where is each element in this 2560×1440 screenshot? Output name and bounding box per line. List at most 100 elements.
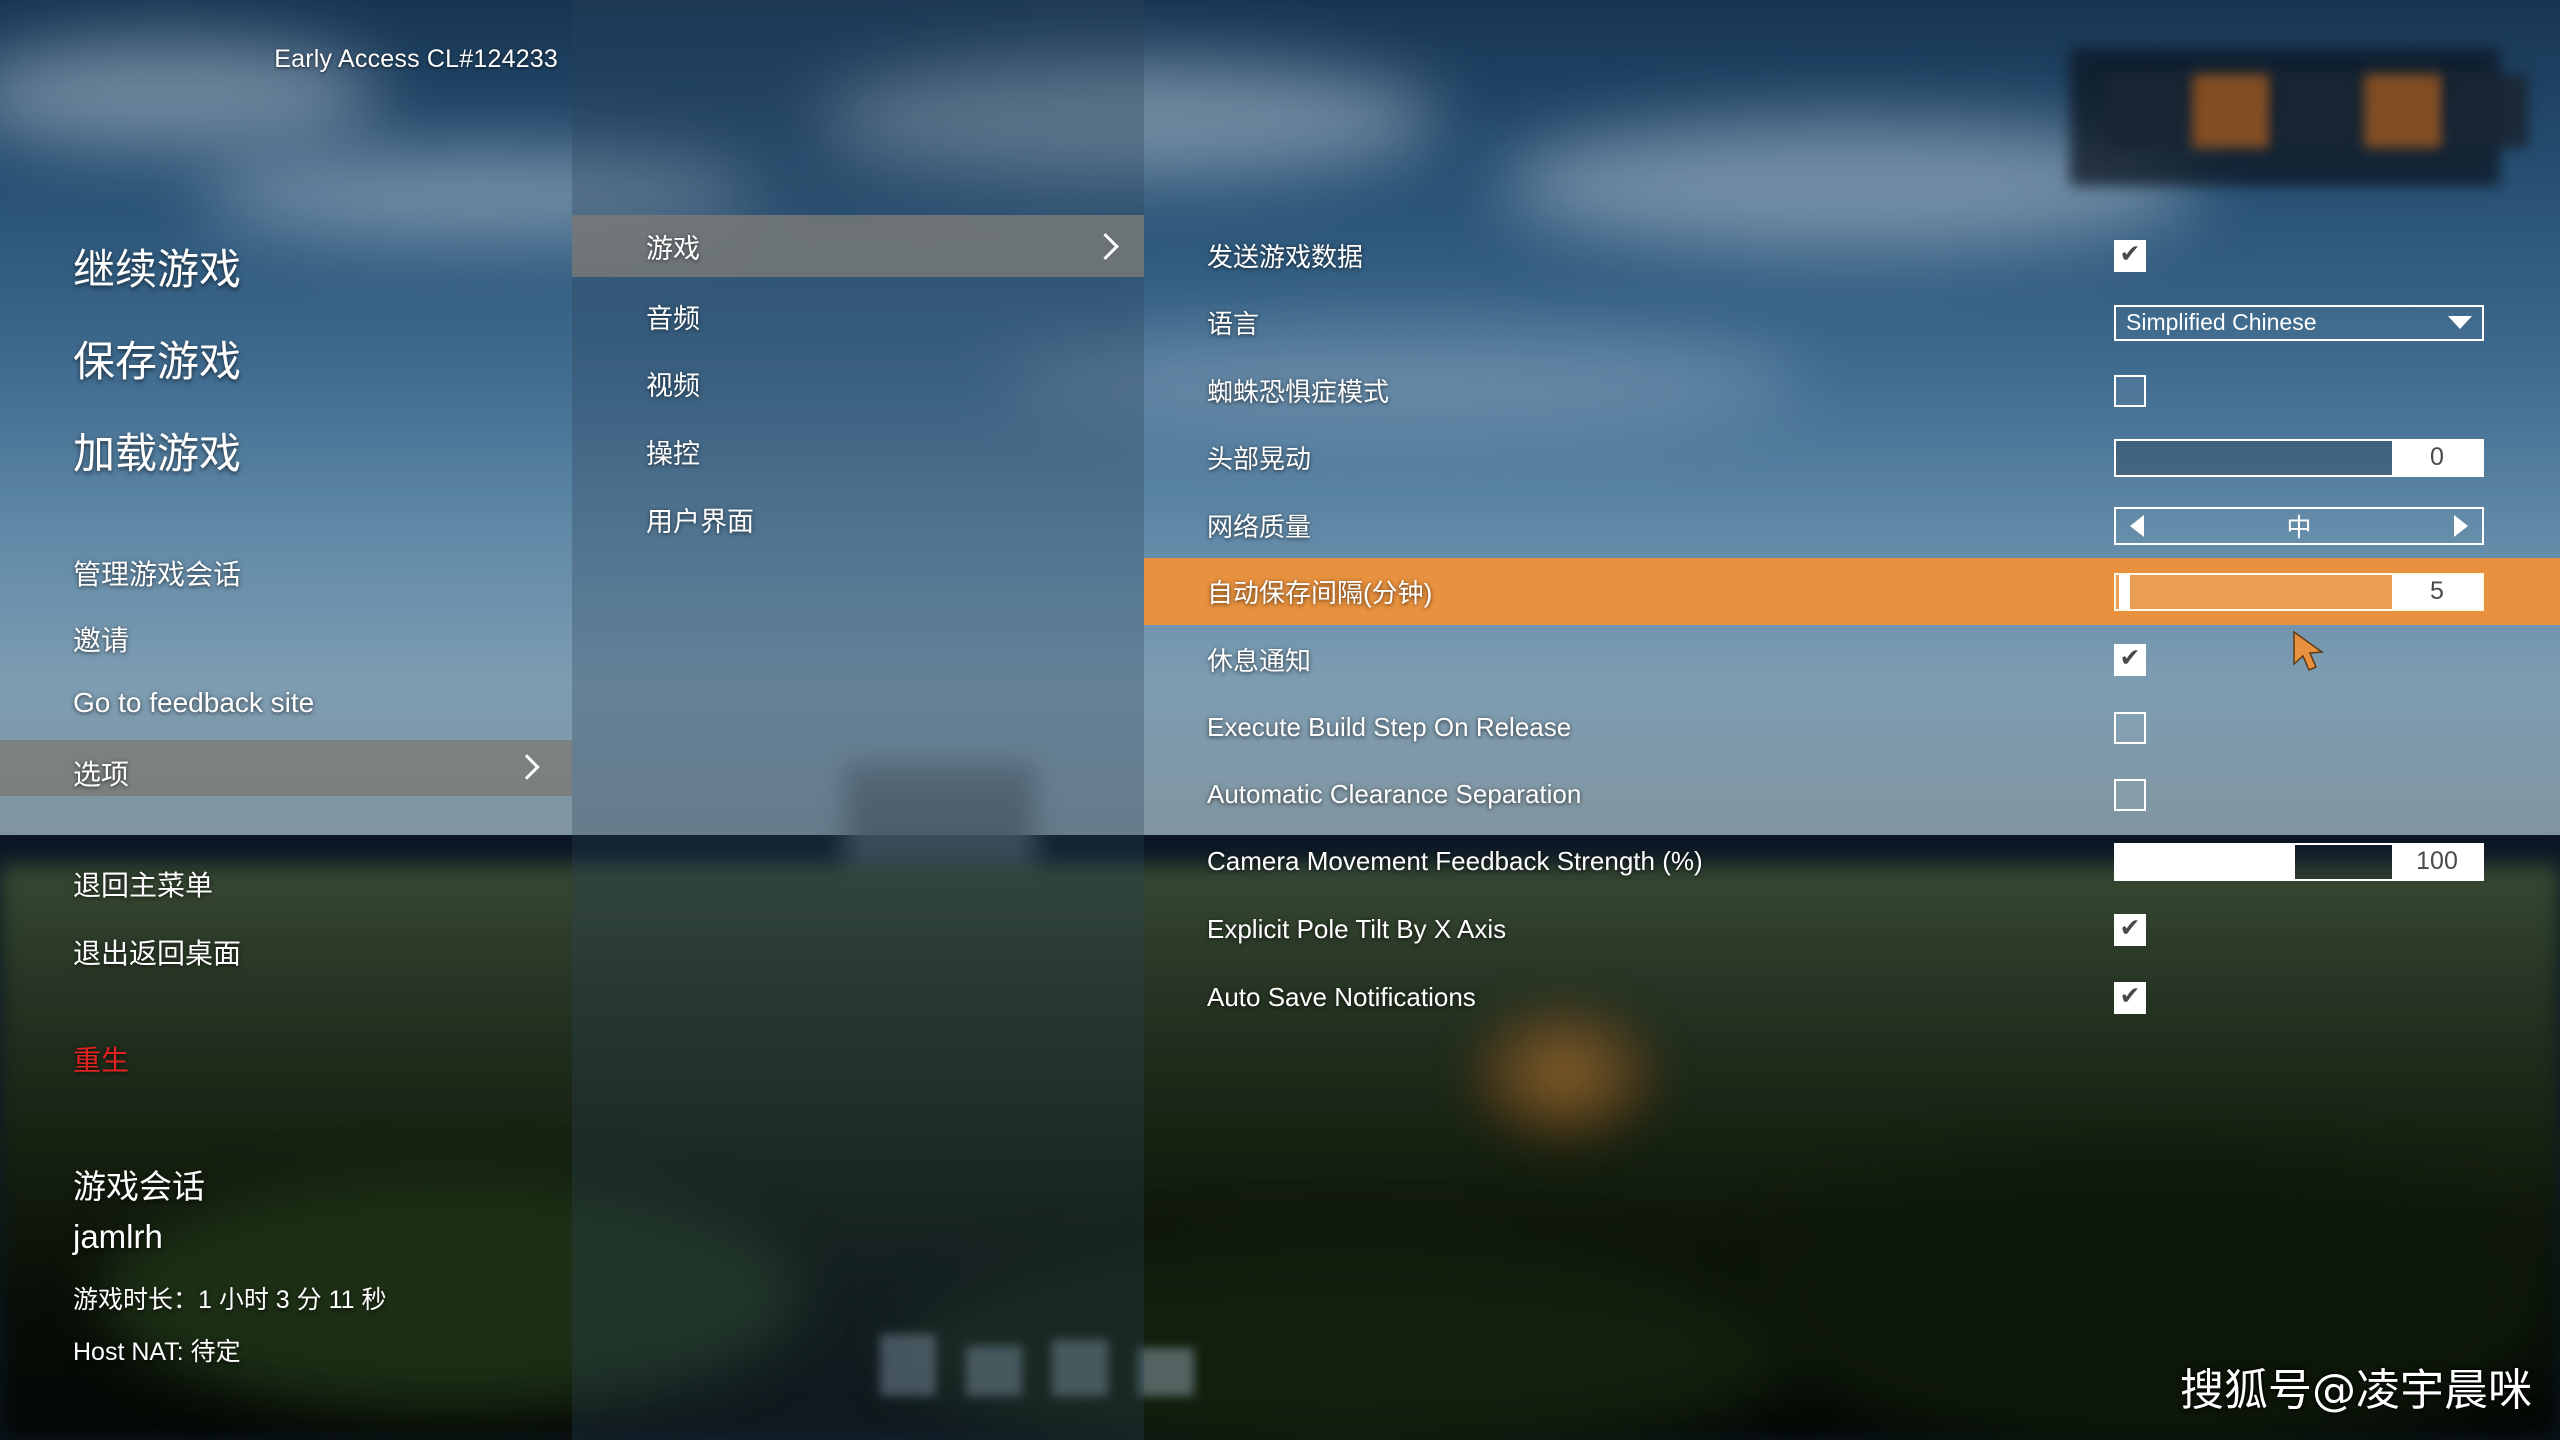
version-label: Early Access CL#124233 [274,45,558,73]
setting-control: Simplified Chinese [2114,304,2484,341]
session-playtime: 游戏时长：1 小时 3 分 11 秒 [73,1286,387,1314]
session-title: 游戏会话 [73,1168,205,1205]
setting-control: 100 [2114,842,2484,881]
setting-control: 中 [2114,506,2484,545]
mouse-cursor [2293,630,2325,671]
setting-row-camera-movement-feedback: Camera Movement Feedback Strength (%) 10… [1144,828,2560,895]
slider-camera-movement-feedback[interactable]: 100 [2114,842,2484,881]
setting-control [2114,643,2146,676]
checkbox-auto-save-notifications[interactable] [2114,981,2146,1014]
menu-item-label: 管理游戏会话 [73,559,242,590]
settings-panel: 发送游戏数据 语言 Simplified Chinese 蜘蛛恐惧症模式 头部晃… [1144,0,2560,1440]
chevron-right-icon [1094,236,1114,256]
setting-row-execute-build-step: Execute Build Step On Release [1144,694,2560,761]
slider-thumb[interactable] [2119,574,2130,609]
slider-track[interactable] [2116,844,2392,879]
setting-row-network-quality: 网络质量 中 [1144,492,2560,559]
setting-row-language: 语言 Simplified Chinese [1144,289,2560,356]
setting-control [2114,981,2146,1014]
category-audio[interactable]: 音频 [572,285,1144,347]
dropdown-language[interactable]: Simplified Chinese [2114,304,2484,341]
setting-label: Camera Movement Feedback Strength (%) [1207,846,1703,876]
menu-item-options[interactable]: 选项 [0,740,572,796]
menu-item-label: Go to feedback site [73,687,315,718]
category-label: 音频 [646,303,700,334]
category-controls[interactable]: 操控 [572,420,1144,482]
slider-track[interactable] [2116,574,2392,609]
setting-control [2114,374,2146,407]
checkbox-automatic-clearance-separation[interactable] [2114,778,2146,811]
setting-control [2114,239,2146,272]
setting-row-automatic-clearance-separation: Automatic Clearance Separation [1144,761,2560,828]
setting-row-rest-notification: 休息通知 [1144,626,2560,693]
chevron-right-icon [516,758,536,778]
setting-row-send-gameplay-data: 发送游戏数据 [1144,222,2560,289]
pause-menu-panel: Early Access CL#124233 继续游戏 保存游戏 加载游戏 管理… [0,0,572,1440]
setting-label: Explicit Pole Tilt By X Axis [1207,914,1507,944]
setting-label: 语言 [1207,309,1260,339]
checkbox-execute-build-step[interactable] [2114,711,2146,744]
setting-label: 头部晃动 [1207,444,1312,474]
arrow-left-icon[interactable] [2130,514,2144,537]
checkbox-rest-notification[interactable] [2114,643,2146,676]
spinner-value: 中 [2286,513,2312,542]
setting-label: Automatic Clearance Separation [1207,779,1582,809]
menu-item-label: 退出返回桌面 [73,938,242,969]
slider-track[interactable] [2116,441,2392,475]
setting-row-explicit-pole-tilt: Explicit Pole Tilt By X Axis [1144,896,2560,963]
setting-label: 蜘蛛恐惧症模式 [1207,377,1390,407]
menu-item-continue[interactable]: 继续游戏 [73,236,241,297]
menu-item-feedback[interactable]: Go to feedback site [73,687,314,719]
category-label: 用户界面 [646,506,754,537]
menu-item-save[interactable]: 保存游戏 [73,328,241,389]
setting-row-autosave-interval[interactable]: 自动保存间隔(分钟) 5 [1144,558,2560,625]
menu-item-label: 加载游戏 [73,430,242,477]
setting-row-head-bob: 头部晃动 0 [1144,424,2560,491]
menu-item-load[interactable]: 加载游戏 [73,420,241,481]
setting-row-arachnophobia-mode: 蜘蛛恐惧症模式 [1144,357,2560,424]
slider-value: 100 [2392,844,2482,879]
slider-value: 0 [2392,440,2482,475]
setting-label: Execute Build Step On Release [1207,712,1572,742]
dropdown-value: Simplified Chinese [2126,309,2317,335]
setting-label: 网络质量 [1207,512,1312,542]
setting-label: Auto Save Notifications [1207,982,1476,1012]
menu-item-label: 选项 [73,759,130,790]
checkbox-send-gameplay-data[interactable] [2114,239,2146,272]
menu-item-respawn[interactable]: 重生 [73,1039,129,1079]
arrow-right-icon[interactable] [2453,514,2468,537]
menu-item-manage-session[interactable]: 管理游戏会话 [73,553,241,593]
setting-label: 休息通知 [1207,646,1312,676]
chevron-down-icon [2448,316,2472,329]
category-video[interactable]: 视频 [572,352,1144,414]
category-label: 视频 [646,370,700,401]
slider-fill [2116,844,2296,879]
setting-control: 0 [2114,438,2484,477]
category-ui[interactable]: 用户界面 [572,488,1144,550]
session-host-nat: Host NAT: 待定 [73,1338,241,1366]
category-label: 操控 [646,438,700,469]
setting-label: 自动保存间隔(分钟) [1207,578,1433,608]
slider-value: 5 [2392,574,2482,609]
menu-item-label: 邀请 [73,625,130,656]
setting-row-auto-save-notifications: Auto Save Notifications [1144,964,2560,1031]
setting-label: 发送游戏数据 [1207,242,1364,272]
slider-autosave-interval[interactable]: 5 [2114,572,2484,611]
menu-item-label: 退回主菜单 [73,870,214,901]
slider-head-bob[interactable]: 0 [2114,438,2484,477]
menu-item-quit-desktop[interactable]: 退出返回桌面 [73,932,241,972]
setting-control: 5 [2114,572,2484,611]
category-label: 游戏 [646,233,700,264]
category-game[interactable]: 游戏 [572,215,1144,277]
spinner-network-quality[interactable]: 中 [2114,506,2484,545]
setting-control [2114,711,2146,744]
menu-item-main-menu[interactable]: 退回主菜单 [73,864,213,904]
session-name: jamlrh [73,1218,163,1255]
menu-item-label: 重生 [73,1045,130,1076]
menu-item-label: 继续游戏 [73,246,242,293]
menu-item-label: 保存游戏 [73,338,242,385]
menu-item-invite[interactable]: 邀请 [73,619,129,659]
checkbox-arachnophobia-mode[interactable] [2114,374,2146,407]
checkbox-explicit-pole-tilt[interactable] [2114,913,2146,946]
options-category-panel: 游戏 音频 视频 操控 用户界面 [572,0,1144,1440]
